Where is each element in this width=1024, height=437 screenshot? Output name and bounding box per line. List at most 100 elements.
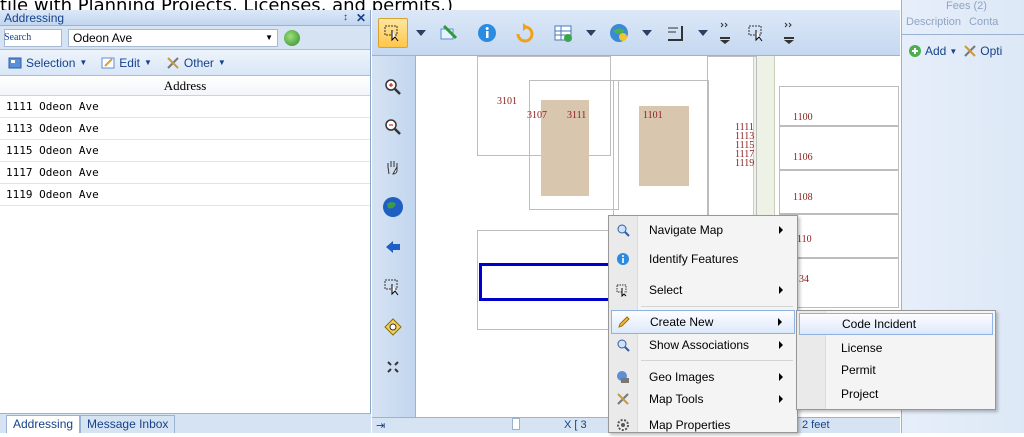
toolbar-overflow-button-2[interactable] [780, 18, 798, 48]
chevron-down-icon[interactable] [416, 29, 426, 36]
measure-button[interactable] [660, 18, 690, 48]
menu-item-map-properties[interactable]: Map Properties [611, 413, 795, 437]
fees-label[interactable]: Fees (2) [946, 0, 987, 12]
tab-contacts[interactable]: Conta [969, 16, 998, 28]
tab-description[interactable]: Description [906, 16, 961, 28]
submenu-item-license[interactable]: License [799, 337, 993, 359]
menu-item-map-tools[interactable]: Map Tools [611, 387, 795, 411]
selected-parcel[interactable] [479, 263, 619, 301]
address-row[interactable]: 1111 Odeon Ave [0, 96, 370, 118]
pan-button[interactable] [380, 154, 406, 180]
edit-button[interactable]: Edit ▼ [101, 56, 152, 70]
menu-separator [641, 360, 793, 361]
menu-item-select[interactable]: Select [611, 278, 795, 302]
layers-button[interactable] [548, 18, 578, 48]
back-arrow-icon [386, 241, 400, 253]
collapse-button[interactable] [380, 354, 406, 380]
menu-item-navigate-map[interactable]: Navigate Map [611, 218, 795, 242]
pin-icon[interactable]: ↕ [343, 12, 348, 23]
select-features-button[interactable] [380, 274, 406, 300]
parcel-label: 3101 [497, 96, 517, 107]
parcel-label: 1100 [793, 112, 813, 123]
bottom-tabs: Addressing Message Inbox [0, 413, 371, 433]
chevron-down-icon[interactable]: ▼ [265, 33, 273, 42]
pencil-icon [618, 316, 630, 328]
submenu-arrow-icon [779, 373, 783, 381]
clear-selection-button[interactable] [434, 18, 464, 48]
parcel-label: 3111 [567, 110, 587, 121]
menu-item-identify-features[interactable]: Identify Features [611, 247, 795, 271]
address-column-header[interactable]: Address [0, 76, 370, 96]
zoom-in-button[interactable] [380, 74, 406, 100]
options-button[interactable]: Opti [963, 44, 1002, 58]
scrollbar-thumb[interactable] [512, 418, 520, 430]
address-row[interactable]: 1113 Odeon Ave [0, 118, 370, 140]
previous-extent-button[interactable] [380, 234, 406, 260]
select-arrow-icon [384, 25, 399, 41]
chevron-down-icon[interactable] [586, 29, 596, 36]
coordinate-readout: X [ 3 [564, 419, 587, 431]
zoom-out-button[interactable] [380, 114, 406, 140]
select-tool-secondary-button[interactable] [742, 18, 772, 48]
tab-addressing[interactable]: Addressing [6, 415, 81, 433]
map-toolbar [372, 10, 900, 56]
submenu-item-project[interactable]: Project [799, 383, 993, 405]
full-extent-button[interactable] [380, 194, 406, 220]
search-street-input[interactable]: Odeon Ave ▼ [68, 28, 278, 47]
address-row[interactable]: 1117 Odeon Ave [0, 162, 370, 184]
addressing-title: Addressing [4, 10, 65, 25]
parcel-label: 1101 [643, 110, 663, 121]
parcel-label: 3107 [527, 110, 547, 121]
other-button[interactable]: Other ▼ [166, 56, 226, 70]
submenu-arrow-icon [779, 341, 783, 349]
menu-item-geo-images[interactable]: Geo Images [611, 365, 795, 389]
select-arrow-icon [384, 279, 399, 296]
tools-icon [167, 56, 179, 69]
add-label: Add [925, 44, 947, 58]
refresh-button[interactable] [510, 18, 540, 48]
add-button[interactable]: Add ▼ [908, 44, 957, 58]
chevron-down-icon[interactable] [642, 29, 652, 36]
parcel-label: 1119 [735, 158, 755, 169]
address-row[interactable]: 1115 Odeon Ave [0, 140, 370, 162]
address-row[interactable]: 1119 Odeon Ave [0, 184, 370, 206]
parcel [779, 126, 899, 170]
globe-tool-button[interactable] [604, 18, 634, 48]
search-go-icon[interactable] [284, 29, 300, 46]
menu-item-label: Map Tools [649, 392, 704, 406]
map-side-toolbar [372, 56, 416, 417]
add-icon [909, 45, 921, 57]
magnifier-icon [617, 224, 630, 237]
refresh-icon [516, 22, 534, 42]
select-arrow-icon [616, 284, 627, 297]
right-panel-toolbar: Add ▼ Opti [908, 44, 1002, 58]
menu-item-label: Create New [650, 315, 714, 329]
selection-button[interactable]: Selection ▼ [8, 56, 87, 70]
close-icon[interactable]: ✕ [356, 11, 366, 25]
toolbar-overflow-button[interactable] [716, 18, 734, 48]
search-street-value: Odeon Ave [73, 30, 133, 45]
select-tool-button[interactable] [378, 17, 408, 48]
identify-button[interactable] [472, 18, 502, 48]
tab-message-inbox[interactable]: Message Inbox [80, 415, 176, 433]
menu-item-label: Navigate Map [649, 223, 724, 237]
edit-label: Edit [119, 55, 140, 70]
collapse-icon[interactable]: ⇥ [376, 419, 385, 432]
zoom-to-selection-button[interactable] [380, 314, 406, 340]
selection-icon [8, 57, 22, 68]
submenu-arrow-icon [779, 395, 783, 403]
submenu-arrow-icon [779, 286, 783, 294]
addressing-panel: Addressing ↕ ✕ Search Odeon Ave ▼ Select… [0, 10, 371, 433]
menu-item-create-new[interactable]: Create New [611, 310, 795, 334]
tools-icon [617, 393, 629, 405]
tools-icon [964, 45, 976, 57]
divider [902, 34, 1024, 35]
submenu-item-code-incident[interactable]: Code Incident [799, 313, 993, 335]
menu-item-label: Geo Images [649, 370, 715, 384]
parcel-label: 1108 [793, 192, 813, 203]
submenu-arrow-icon [778, 318, 782, 326]
chevron-down-icon[interactable] [698, 29, 708, 36]
submenu-item-permit[interactable]: Permit [799, 359, 993, 381]
menu-item-show-associations[interactable]: Show Associations [611, 333, 795, 357]
globe-icon [383, 197, 403, 217]
